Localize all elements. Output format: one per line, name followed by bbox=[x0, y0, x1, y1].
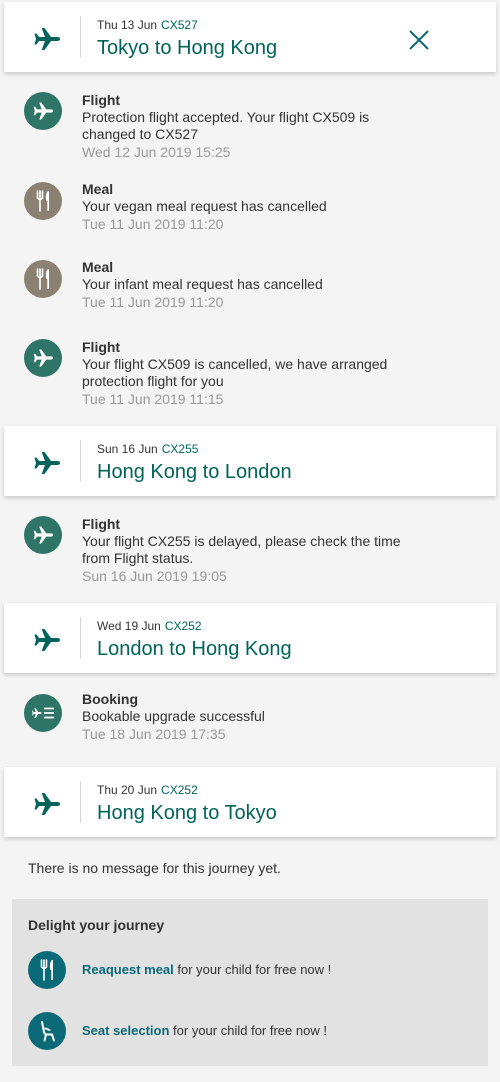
flight-badge bbox=[24, 339, 62, 377]
seat-selection-row: Seat selection for your child for free n… bbox=[28, 1012, 468, 1050]
message-date: Tue 18 Jun 2019 17:35 bbox=[82, 726, 226, 742]
flight-badge bbox=[24, 516, 62, 554]
upgrade-icon bbox=[32, 707, 54, 719]
request-meal-text: for your child for free now ! bbox=[173, 962, 332, 977]
flight-code: CX252 bbox=[164, 619, 202, 633]
plane-icon bbox=[33, 102, 53, 120]
message-body: Protection flight accepted. Your flight … bbox=[82, 109, 370, 142]
seat-selection-link[interactable]: Seat selection bbox=[82, 1023, 169, 1038]
message-date: Sun 16 Jun 2019 19:05 bbox=[82, 568, 227, 584]
journey-route: Tokyo to Hong Kong bbox=[97, 37, 278, 59]
plane-icon bbox=[34, 629, 60, 651]
message-date: Tue 11 Jun 2019 11:15 bbox=[82, 391, 224, 407]
message-date: Tue 11 Jun 2019 11:20 bbox=[82, 294, 224, 310]
journey-meta: Sun 16 Jun CX255 bbox=[97, 442, 198, 456]
message-type: Meal bbox=[82, 181, 114, 197]
fork-knife-icon bbox=[36, 268, 49, 290]
journey-date: Thu 13 Jun bbox=[97, 18, 158, 32]
message-type: Flight bbox=[82, 92, 121, 108]
journey-route: Hong Kong to Tokyo bbox=[97, 802, 277, 824]
booking-badge bbox=[24, 694, 62, 732]
fork-knife-icon bbox=[36, 190, 49, 212]
fork-knife-icon bbox=[40, 959, 53, 981]
message-body: Your flight CX509 is cancelled, we have … bbox=[82, 356, 388, 389]
plane-icon bbox=[33, 349, 53, 367]
journey-meta: Thu 20 Jun CX252 bbox=[97, 783, 198, 797]
message-date: Wed 12 Jun 2019 15:25 bbox=[82, 144, 231, 160]
request-meal-row: Reaquest meal for your child for free no… bbox=[28, 951, 468, 989]
message-body: Your flight CX255 is delayed, please che… bbox=[82, 533, 401, 566]
plane-icon bbox=[34, 793, 60, 815]
delight-title: Delight your journey bbox=[28, 917, 165, 933]
plane-icon bbox=[34, 452, 60, 474]
journey-date: Sun 16 Jun bbox=[97, 442, 158, 456]
close-icon[interactable] bbox=[407, 28, 431, 52]
journey-route: London to Hong Kong bbox=[97, 638, 292, 660]
card-divider bbox=[80, 16, 81, 58]
message-date: Tue 11 Jun 2019 11:20 bbox=[82, 216, 224, 232]
card-divider bbox=[80, 617, 81, 659]
journey-date: Thu 20 Jun bbox=[97, 783, 158, 797]
message-type: Flight bbox=[82, 516, 121, 532]
message-body: Your vegan meal request has cancelled bbox=[82, 198, 327, 214]
seat-badge bbox=[28, 1012, 66, 1050]
journey-card-tokyo-hong-kong[interactable]: Thu 13 Jun CX527 Tokyo to Hong Kong bbox=[4, 2, 496, 72]
message-body: Bookable upgrade successful bbox=[82, 708, 265, 724]
seat-selection-text: for your child for free now ! bbox=[169, 1023, 327, 1038]
flight-code: CX252 bbox=[161, 783, 198, 797]
meal-badge bbox=[28, 951, 66, 989]
request-meal-link[interactable]: Reaquest meal bbox=[82, 962, 174, 977]
plane-icon bbox=[33, 526, 53, 544]
meal-badge bbox=[24, 260, 62, 298]
empty-state-text: There is no message for this journey yet… bbox=[28, 860, 281, 876]
journey-meta: Thu 13 Jun CX527 bbox=[97, 18, 198, 32]
flight-badge bbox=[24, 92, 62, 130]
plane-icon bbox=[34, 28, 60, 50]
journey-meta: Wed 19 Jun CX252 bbox=[97, 619, 202, 633]
journey-card-london-hong-kong[interactable]: Wed 19 Jun CX252 London to Hong Kong bbox=[4, 603, 496, 673]
message-type: Booking bbox=[82, 691, 138, 707]
journey-date: Wed 19 Jun bbox=[97, 619, 161, 633]
card-divider bbox=[80, 781, 81, 823]
flight-code: CX255 bbox=[161, 442, 199, 456]
message-body: Your infant meal request has cancelled bbox=[82, 276, 323, 292]
journey-card-hong-kong-tokyo[interactable]: Thu 20 Jun CX252 Hong Kong to Tokyo bbox=[4, 767, 496, 837]
flight-code: CX527 bbox=[161, 18, 198, 32]
meal-badge bbox=[24, 182, 62, 220]
message-type: Meal bbox=[82, 259, 114, 275]
card-divider bbox=[80, 440, 81, 482]
delight-panel: Delight your journey Reaquest meal for y… bbox=[12, 899, 488, 1066]
journey-route: Hong Kong to London bbox=[97, 461, 292, 483]
journey-card-hong-kong-london[interactable]: Sun 16 Jun CX255 Hong Kong to London bbox=[4, 426, 496, 496]
message-type: Flight bbox=[82, 339, 121, 355]
seat-icon bbox=[41, 1021, 55, 1042]
